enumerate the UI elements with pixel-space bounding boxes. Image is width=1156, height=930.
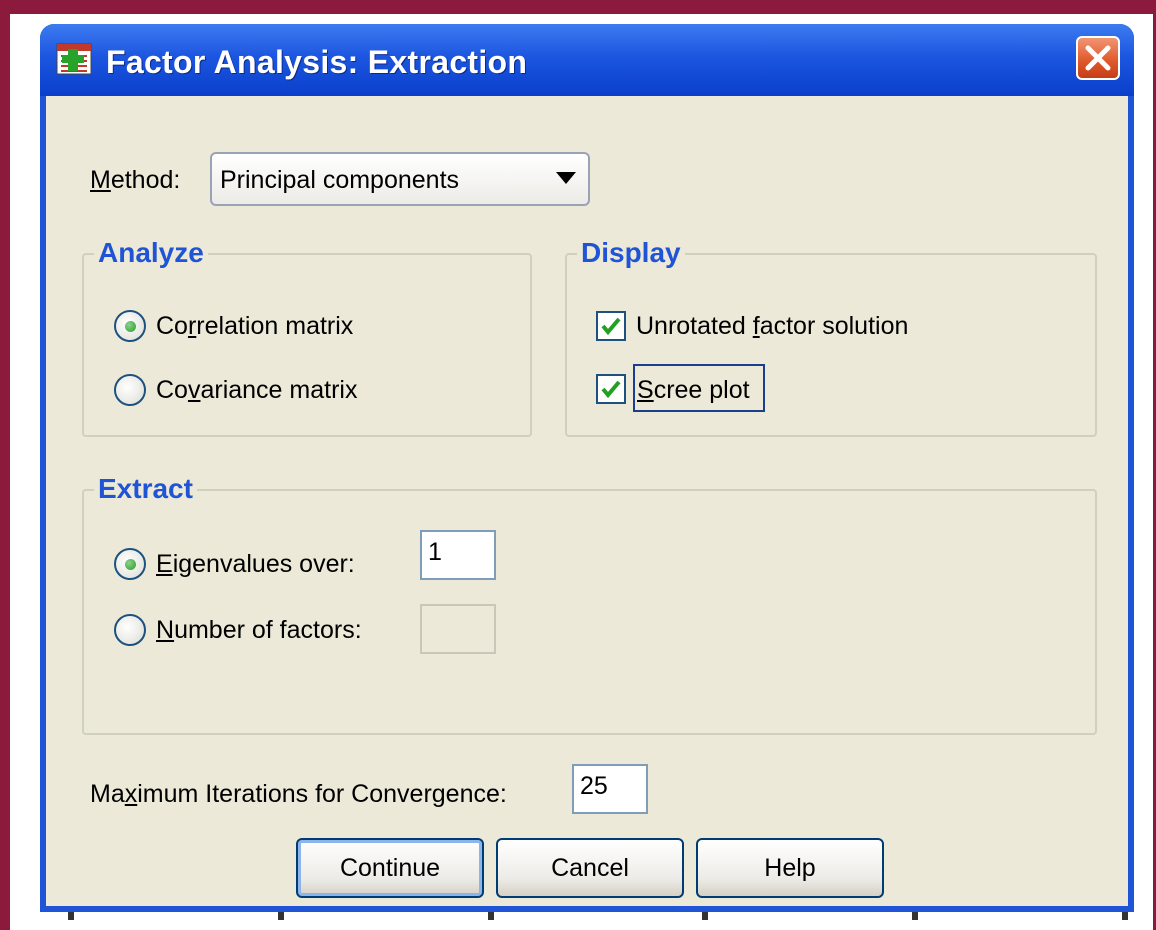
method-label: Method:: [90, 166, 181, 194]
close-icon: [1085, 45, 1111, 71]
unrotated-factor-solution-checkbox[interactable]: [596, 311, 626, 341]
number-of-factors-label[interactable]: Number of factors:: [156, 616, 362, 645]
axis-tick: [68, 912, 74, 920]
outer-frame-left: [0, 0, 10, 930]
analyze-group: Analyze: [82, 237, 532, 437]
cancel-button[interactable]: Cancel: [496, 838, 684, 898]
radio-selected-dot: [125, 321, 136, 332]
display-group-title: Display: [577, 237, 685, 269]
covariance-matrix-radio[interactable]: [114, 374, 146, 406]
eigenvalues-over-label[interactable]: Eigenvalues over:: [156, 550, 355, 579]
extract-group-title: Extract: [94, 473, 197, 505]
checkmark-icon: [601, 317, 621, 336]
spss-dialog-icon: [56, 43, 92, 75]
max-iterations-label: Maximum Iterations for Convergence:: [90, 780, 507, 808]
eigenvalues-over-radio[interactable]: [114, 548, 146, 580]
axis-tick: [702, 912, 708, 920]
number-of-factors-radio[interactable]: [114, 614, 146, 646]
number-of-factors-input[interactable]: [420, 604, 496, 654]
correlation-matrix-label[interactable]: Correlation matrix: [156, 312, 353, 341]
axis-tick: [1122, 912, 1128, 920]
axis-tick: [278, 912, 284, 920]
continue-button[interactable]: Continue: [296, 838, 484, 898]
checkmark-icon: [601, 380, 621, 399]
scree-plot-checkbox[interactable]: [596, 374, 626, 404]
dialog-window: Factor Analysis: Extraction Method: Prin…: [40, 24, 1134, 912]
extract-group: Extract: [82, 473, 1097, 735]
eigenvalues-input[interactable]: 1: [420, 530, 496, 580]
outer-frame-top: [0, 0, 1156, 14]
axis-tick: [488, 912, 494, 920]
window-title: Factor Analysis: Extraction: [106, 44, 528, 80]
radio-selected-dot: [125, 559, 136, 570]
method-dropdown[interactable]: Principal components: [210, 152, 590, 206]
close-button[interactable]: [1076, 36, 1120, 80]
analyze-group-title: Analyze: [94, 237, 208, 269]
chevron-down-icon[interactable]: [556, 172, 576, 184]
axis-tick: [912, 912, 918, 920]
dialog-client-area: Method: Principal components Analyze Cor…: [46, 96, 1128, 906]
help-button[interactable]: Help: [696, 838, 884, 898]
unrotated-factor-solution-label[interactable]: Unrotated factor solution: [636, 312, 908, 341]
max-iterations-input[interactable]: 25: [572, 764, 648, 814]
background-chart-strip: [40, 912, 1134, 930]
scree-plot-label[interactable]: Scree plot: [637, 376, 750, 405]
method-selected-value: Principal components: [220, 166, 460, 194]
title-bar[interactable]: Factor Analysis: Extraction: [40, 24, 1134, 96]
covariance-matrix-label[interactable]: Covariance matrix: [156, 376, 357, 405]
correlation-matrix-radio[interactable]: [114, 310, 146, 342]
